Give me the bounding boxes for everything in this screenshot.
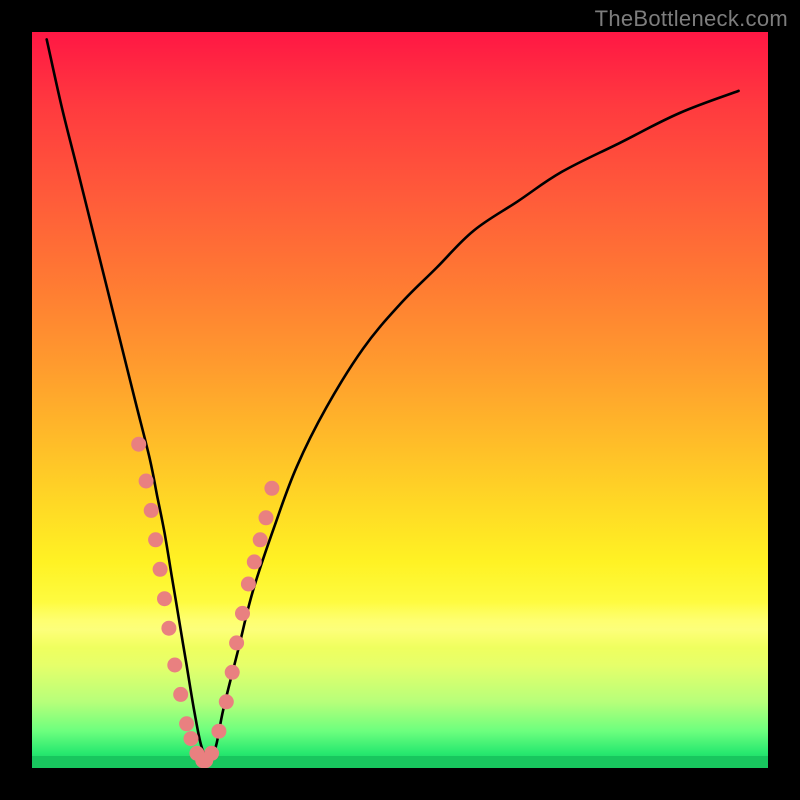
curve-dot [225, 665, 240, 680]
outer-frame: TheBottleneck.com [0, 0, 800, 800]
curve-dot [204, 746, 219, 761]
curve-dot [131, 437, 146, 452]
curve-dot [157, 591, 172, 606]
curve-dot [167, 658, 182, 673]
curve-dot [219, 694, 234, 709]
dotted-segment [131, 437, 279, 768]
bottleneck-curve [47, 39, 739, 760]
curve-dot [247, 554, 262, 569]
curve-dot [241, 577, 256, 592]
curve-dot [253, 532, 268, 547]
curve-dot [179, 716, 194, 731]
curve-dot [161, 621, 176, 636]
curve-dot [235, 606, 250, 621]
curve-dot [148, 532, 163, 547]
curve-layer [32, 32, 768, 768]
curve-dot [144, 503, 159, 518]
curve-dot [173, 687, 188, 702]
curve-dot [211, 724, 226, 739]
curve-dot [264, 481, 279, 496]
watermark-text: TheBottleneck.com [595, 6, 788, 32]
curve-dot [153, 562, 168, 577]
curve-dot [184, 731, 199, 746]
curve-dot [139, 474, 154, 489]
curve-dot [259, 510, 274, 525]
plot-area [32, 32, 768, 768]
curve-dot [229, 635, 244, 650]
